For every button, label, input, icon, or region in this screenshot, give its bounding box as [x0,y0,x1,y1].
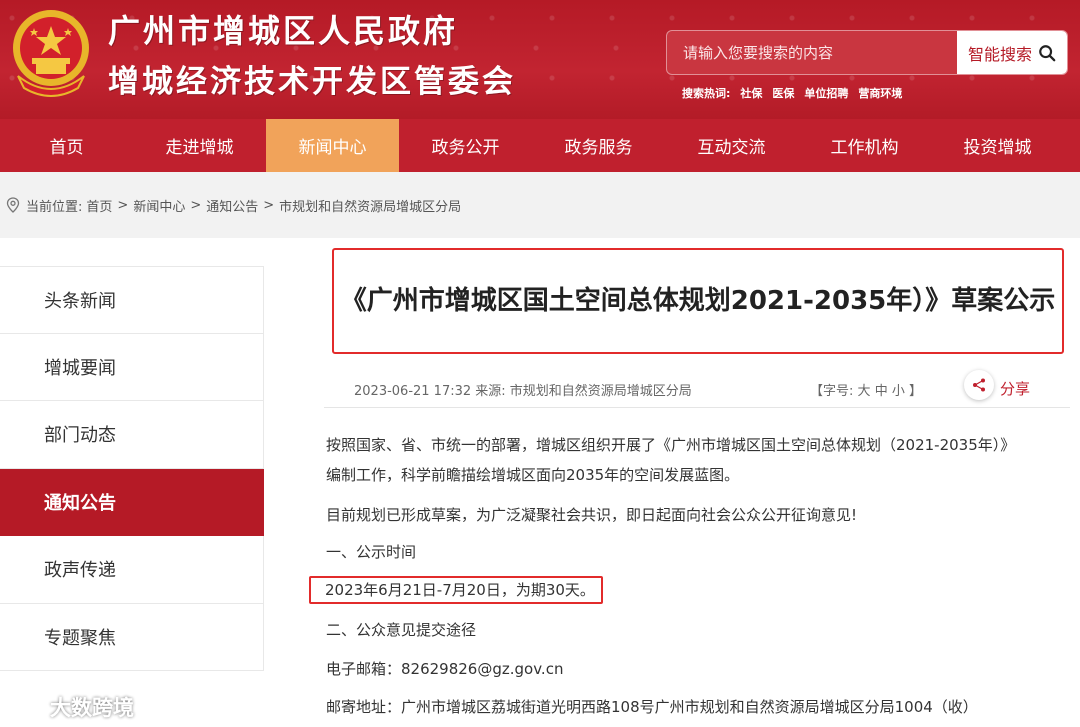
search-box: 智能搜索 [666,30,1068,75]
article-date-source: 2023-06-21 17:32 来源: 市规划和自然资源局增城区分局 [354,384,692,399]
article-title: 《广州市增城区国土空间总体规划2021-2035年）》草案公示 [332,248,1064,354]
search-input[interactable] [667,31,957,74]
font-size-medium[interactable]: 中 [875,384,888,399]
article-section-heading: 二、公众意见提交途径 [326,621,477,639]
nav-item-home[interactable]: 首页 [0,119,133,172]
nav-item-gov-affairs[interactable]: 政务公开 [399,119,532,172]
hot-word-link[interactable]: 营商环境 [858,85,902,101]
font-size-small[interactable]: 小 [892,384,905,399]
breadcrumb-separator: > [190,197,202,213]
search-icon [1039,44,1056,61]
search-button-label: 智能搜索 [967,44,1032,64]
nav-item-news[interactable]: 新闻中心 [266,119,399,172]
hot-words: 搜索热词: 社保 医保 单位招聘 营商环境 [682,85,902,101]
breadcrumb-link[interactable]: 首页 [86,196,112,215]
font-size-label: 【字号: [810,384,854,399]
breadcrumb-link[interactable]: 市规划和自然资源局增城区分局 [279,196,461,215]
breadcrumb-separator: > [263,197,275,213]
sidebar: 头条新闻 增城要闻 部门动态 通知公告 政声传递 专题聚焦 [0,266,264,671]
article-section-heading: 一、公示时间 [326,543,417,561]
hot-word-link[interactable]: 单位招聘 [804,85,848,101]
watermark-text: 大数跨境 [50,696,134,720]
share-button[interactable]: 分享 [964,370,1030,400]
watermark-logo-icon [6,697,42,717]
nav-item-agencies[interactable]: 工作机构 [798,119,931,172]
breadcrumb-prefix: 当前位置: [26,199,83,215]
share-icon [973,378,985,392]
nav-item-interaction[interactable]: 互动交流 [665,119,798,172]
main-nav: 首页 走进增城 新闻中心 政务公开 政务服务 互动交流 工作机构 投资增城 [0,119,1080,172]
breadcrumb-link[interactable]: 新闻中心 [133,196,185,215]
share-label: 分享 [1000,379,1031,398]
sidebar-item-notices[interactable]: 通知公告 [0,468,264,536]
font-size-label-end: 】 [909,384,923,399]
watermark: 大数跨境 [6,692,134,722]
site-title-line2: 增城经济技术开发区管委会 [108,64,516,100]
article-paragraph: 按照国家、省、市统一的部署，增城区组织开展了《广州市增城区国土空间总体规划（20… [326,436,1016,454]
sidebar-item-local-news[interactable]: 增城要闻 [0,333,264,401]
national-emblem-icon [13,10,89,97]
article-paragraph: 目前规划已形成草案，为广泛凝聚社会共识，即日起面向社会公众公开征询意见! [326,506,858,524]
nav-item-services[interactable]: 政务服务 [532,119,665,172]
email-address: 电子邮箱：82629826@gz.gov.cn [326,660,564,678]
site-header: 广州市增城区人民政府 增城经济技术开发区管委会 智能搜索 搜索热词: 社保 医保… [0,0,1080,119]
breadcrumb-separator: > [117,197,129,213]
hot-word-link[interactable]: 医保 [772,85,794,101]
hot-words-label: 搜索热词: [682,87,731,100]
page-body: 头条新闻 增城要闻 部门动态 通知公告 政声传递 专题聚焦 《广州市增城区国土空… [0,238,1080,727]
notice-period: 2023年6月21日-7月20日，为期30天。 [309,575,603,605]
mailing-address: 邮寄地址：广州市增城区荔城街道光明西路108号广州市规划和自然资源局增城区分局1… [326,698,978,716]
hot-word-link[interactable]: 社保 [740,85,762,101]
breadcrumb: 当前位置: 首页 > 新闻中心 > 通知公告 > 市规划和自然资源局增城区分局 [0,172,1080,238]
search-button[interactable]: 智能搜索 [957,31,1067,74]
share-icon-wrap [964,370,994,400]
notice-period-highlight: 2023年6月21日-7月20日，为期30天。 [309,576,603,604]
font-size-control: 【字号: 大 中 小 】 [810,380,922,399]
sidebar-item-dept-news[interactable]: 部门动态 [0,401,264,469]
location-pin-icon [6,197,20,213]
site-title-line1: 广州市增城区人民政府 [108,12,459,50]
article-paragraph: 编制工作，科学前瞻描绘增城区面向2035年的空间发展蓝图。 [326,466,740,484]
nav-item-invest[interactable]: 投资增城 [931,119,1064,172]
breadcrumb-link[interactable]: 通知公告 [206,196,258,215]
sidebar-item-topics[interactable]: 专题聚焦 [0,603,264,671]
sidebar-item-gov-voice[interactable]: 政声传递 [0,536,264,604]
font-size-large[interactable]: 大 [858,384,871,399]
nav-item-about[interactable]: 走进增城 [133,119,266,172]
article-meta: 2023-06-21 17:32 来源: 市规划和自然资源局增城区分局 【字号:… [324,368,1070,408]
sidebar-item-headlines[interactable]: 头条新闻 [0,266,264,334]
